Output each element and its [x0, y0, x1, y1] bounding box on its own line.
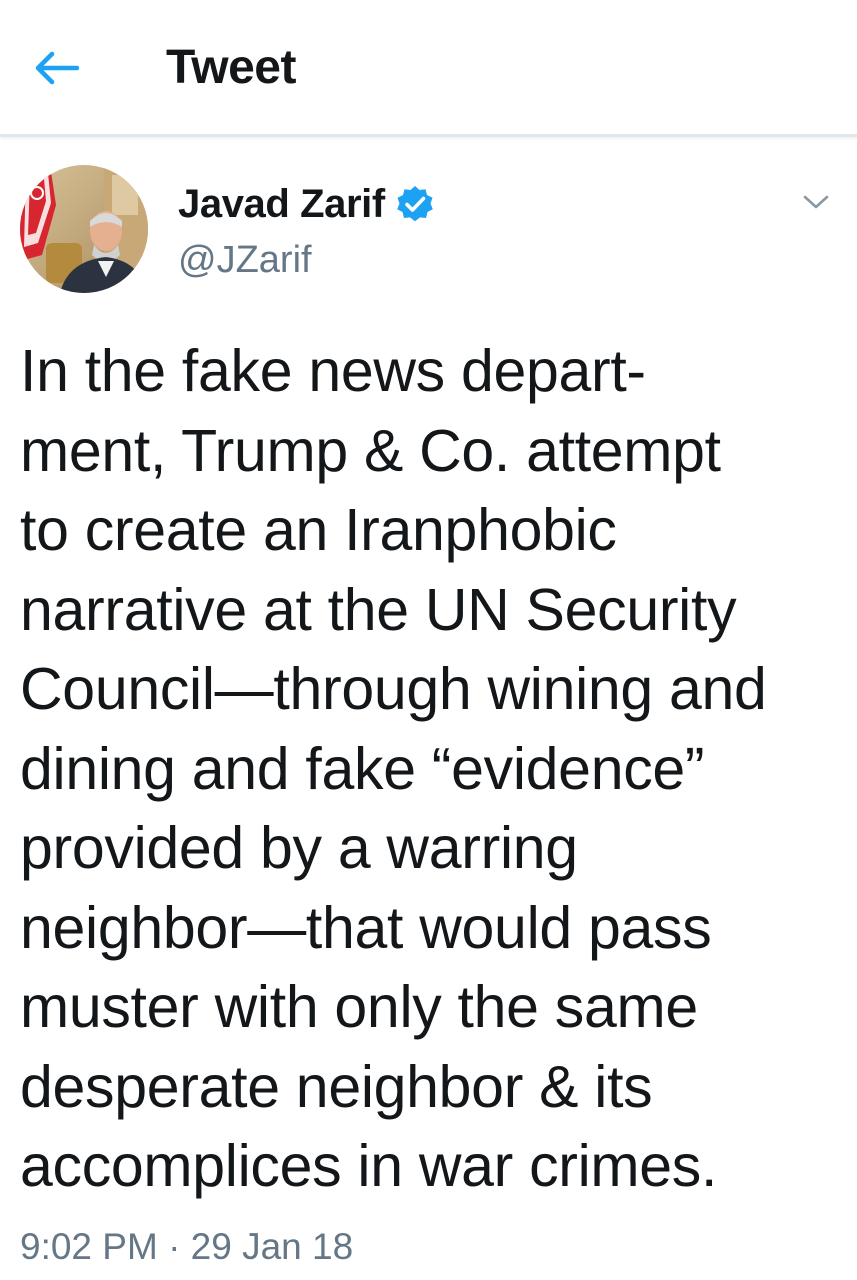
tweet-text-line: desperate neighbor & its: [20, 1053, 653, 1120]
back-button[interactable]: [24, 38, 88, 98]
tweet-text-line: Council—through wining and: [20, 656, 767, 722]
page-title: Tweet: [166, 41, 296, 94]
tweet-text-line: provided by a warring: [20, 815, 578, 881]
tweet-text-line: ment, Trump & Co. attempt: [20, 417, 721, 484]
author-handle[interactable]: @JZarif: [178, 234, 312, 286]
tweet-timestamp[interactable]: 9:02 PM · 29 Jan 18: [20, 1224, 353, 1270]
avatar[interactable]: [20, 165, 148, 293]
tweet-screen: Tweet Javad Zarif @JZarif In the fake ne…: [0, 0, 857, 1280]
tweet-text-line: dining and fake “evidence”: [20, 735, 705, 802]
tweet-text-line: neighbor—that would pass: [20, 894, 712, 961]
tweet-text-line: muster with only the same: [20, 974, 698, 1040]
tweet-text-line: accomplices in war crimes.: [20, 1133, 718, 1199]
author-name-row[interactable]: Javad Zarif: [178, 178, 435, 230]
tweet-text: In the fake news depart- ment, Trump & C…: [20, 332, 840, 1207]
avatar-image: [20, 165, 148, 293]
tweet-text-line: to create an Iranphobic: [20, 497, 617, 563]
tweet-menu-button[interactable]: [794, 182, 838, 222]
author-name[interactable]: Javad Zarif: [178, 182, 385, 227]
tweet-text-line: narrative at the UN Security: [20, 576, 737, 643]
tweet-text-line: In the fake news depart-: [20, 338, 646, 404]
verified-badge-icon: [395, 184, 435, 224]
chevron-down-icon: [803, 195, 829, 209]
arrow-left-icon: [35, 51, 79, 85]
top-app-bar: Tweet: [0, 0, 857, 137]
